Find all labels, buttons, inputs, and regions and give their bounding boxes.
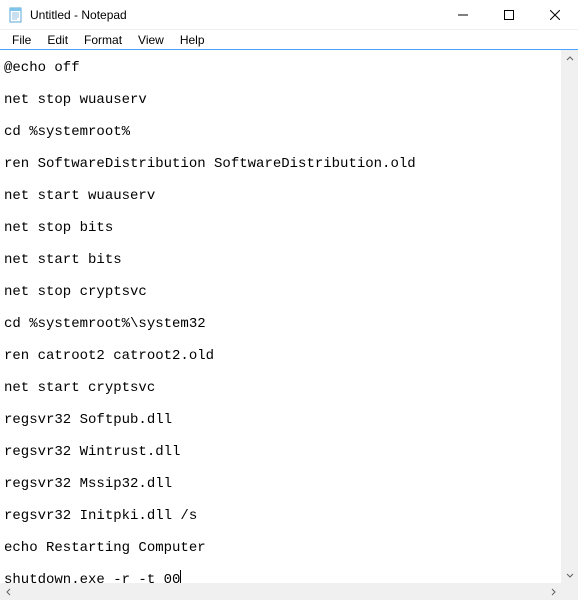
window-controls — [440, 0, 578, 29]
menu-format[interactable]: Format — [76, 31, 130, 49]
maximize-button[interactable] — [486, 0, 532, 29]
scroll-left-button[interactable] — [0, 583, 17, 600]
menu-edit[interactable]: Edit — [39, 31, 76, 49]
menu-view[interactable]: View — [130, 31, 172, 49]
editor-area: @echo off net stop wuauserv cd %systemro… — [0, 50, 578, 600]
vertical-scroll-track[interactable] — [561, 67, 578, 566]
notepad-icon — [8, 7, 24, 23]
horizontal-scroll-track[interactable] — [17, 583, 544, 600]
horizontal-scrollbar[interactable] — [0, 583, 561, 600]
scroll-up-button[interactable] — [561, 50, 578, 67]
menubar: File Edit Format View Help — [0, 30, 578, 50]
text-editor[interactable]: @echo off net stop wuauserv cd %systemro… — [0, 50, 561, 583]
titlebar: Untitled - Notepad — [0, 0, 578, 30]
menu-file[interactable]: File — [4, 31, 39, 49]
scroll-right-button[interactable] — [544, 583, 561, 600]
close-button[interactable] — [532, 0, 578, 29]
scroll-down-button[interactable] — [561, 566, 578, 583]
vertical-scrollbar[interactable] — [561, 50, 578, 583]
window-title: Untitled - Notepad — [30, 8, 127, 22]
menu-help[interactable]: Help — [172, 31, 213, 49]
minimize-button[interactable] — [440, 0, 486, 29]
scrollbar-corner — [561, 583, 578, 600]
